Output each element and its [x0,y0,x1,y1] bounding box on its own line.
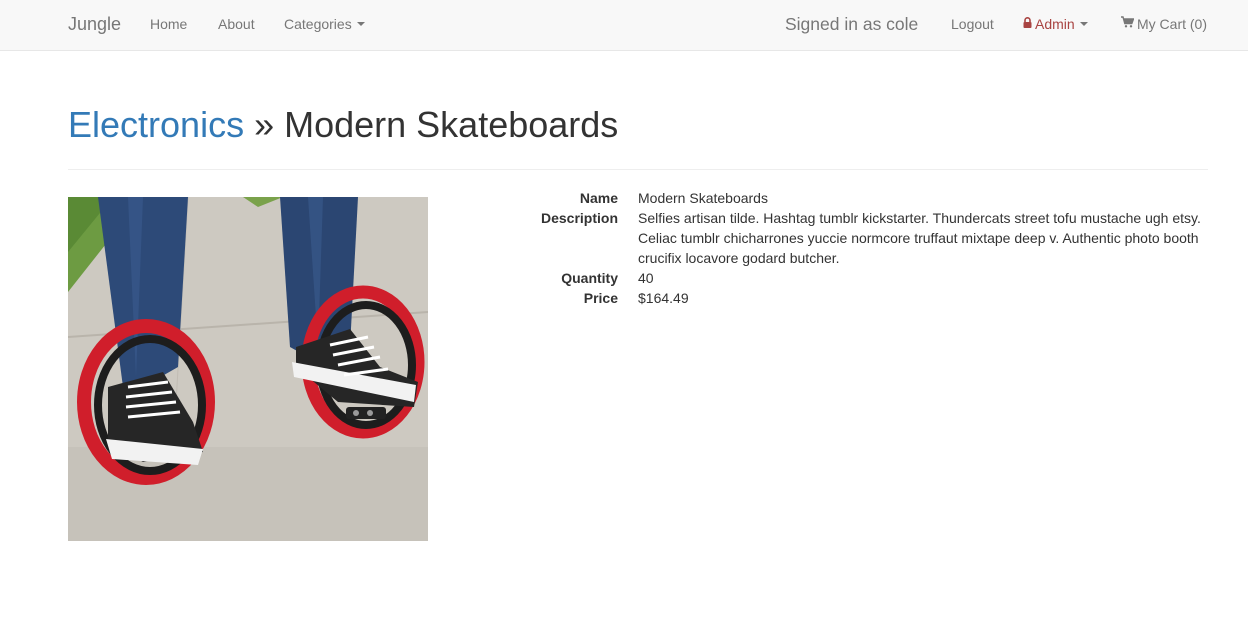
product-photo [68,197,428,541]
quantity-label: Quantity [561,270,618,286]
signed-in-text: Signed in as cole [785,14,919,34]
name-label: Name [579,190,618,206]
nav-about-link[interactable]: About [218,0,255,50]
nav-home-link[interactable]: Home [150,0,187,50]
my-cart-label: My Cart (0) [1137,16,1207,32]
price-value: $164.49 [638,290,689,306]
detail-row-quantity: Quantity 40 [480,268,1210,288]
logout-link[interactable]: Logout [951,0,994,50]
description-label: Description [540,210,618,226]
detail-row-price: Price $164.49 [480,288,1210,308]
navbar: Jungle Home About Categories Signed in a… [0,0,1248,51]
price-label: Price [583,290,618,306]
product-image [68,197,428,541]
brand-link[interactable]: Jungle [68,0,121,50]
name-value: Modern Skateboards [638,190,768,206]
breadcrumb-separator: » [244,104,285,145]
caret-down-icon [356,22,365,27]
description-value: Selfies artisan tilde. Hashtag tumblr ki… [638,210,1201,266]
cart-icon [1121,0,1135,47]
my-cart-link[interactable]: My Cart (0) [1121,0,1207,50]
admin-dropdown[interactable]: Admin [1023,0,1088,50]
detail-row-name: Name Modern Skateboards [480,188,1210,208]
page-header: Electronics » Modern Skateboards [68,103,1208,170]
quantity-value: 40 [638,270,654,286]
page-title: Electronics » Modern Skateboards [68,103,1208,147]
admin-label: Admin [1035,16,1075,32]
detail-row-description: Description Selfies artisan tilde. Hasht… [480,208,1210,268]
product-title: Modern Skateboards [284,104,619,145]
breadcrumb-category-link[interactable]: Electronics [68,104,244,145]
caret-down-icon [1079,22,1088,27]
lock-icon [1023,0,1032,47]
nav-categories-label: Categories [284,16,352,32]
product-details: Name Modern Skateboards Description Self… [480,188,1210,308]
nav-categories-dropdown[interactable]: Categories [284,0,365,50]
